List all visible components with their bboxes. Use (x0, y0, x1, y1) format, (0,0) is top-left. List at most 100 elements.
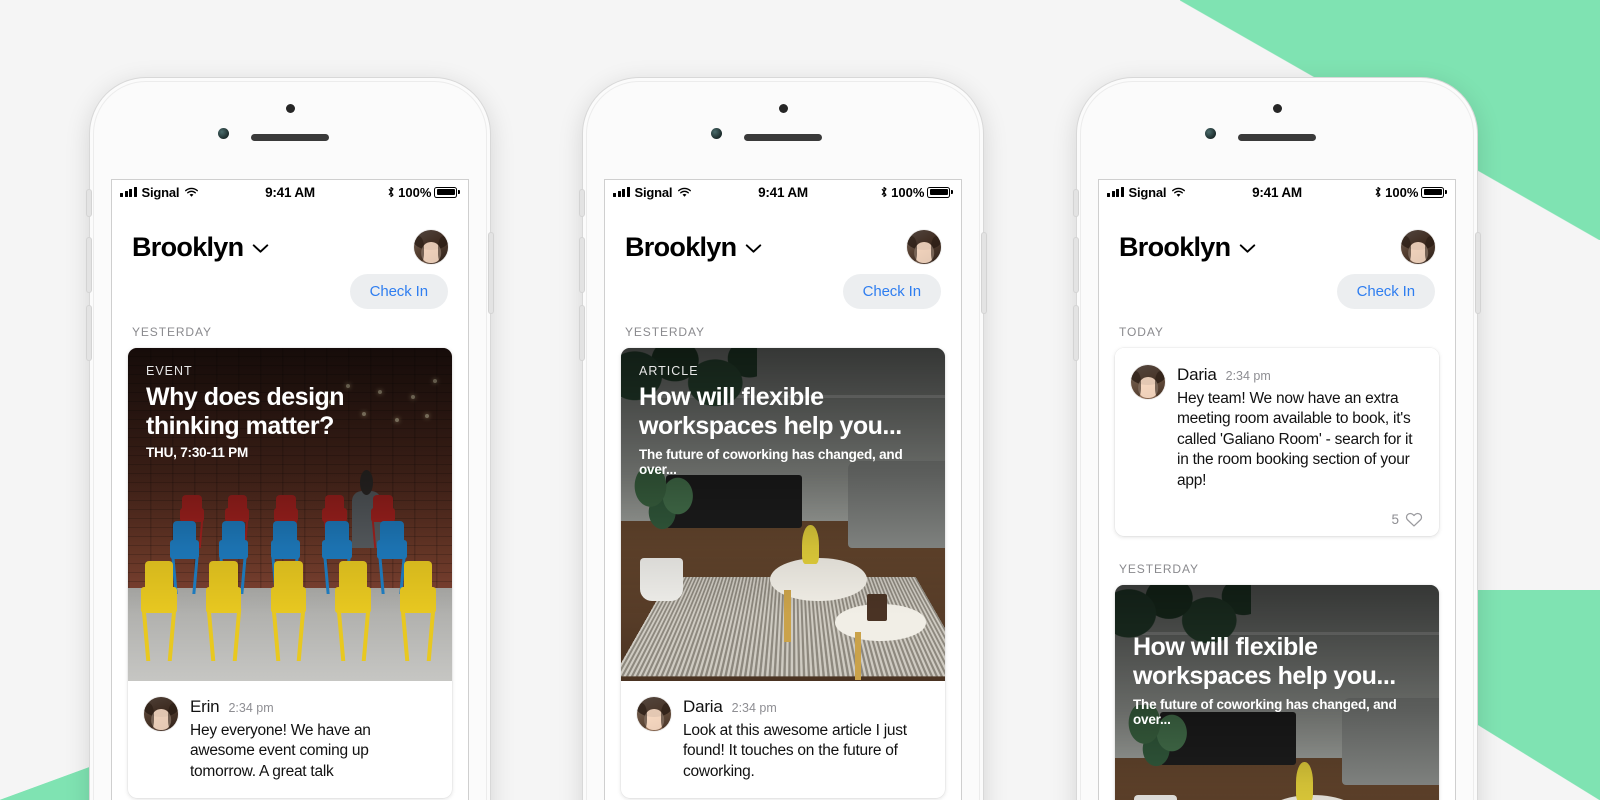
status-bar: Signal 9:41 AM 100% (605, 180, 961, 204)
proximity-sensor-icon (1273, 104, 1282, 113)
volume-up-button[interactable] (580, 238, 584, 292)
app-header: Brooklyn (112, 204, 468, 264)
volume-up-button[interactable] (1074, 238, 1078, 292)
phone-mockup-2: Signal 9:41 AM 100% Brooklyn Check In YE… (580, 78, 986, 800)
avatar[interactable] (1401, 230, 1435, 264)
status-bar: Signal 9:41 AM 100% (1099, 180, 1455, 204)
proximity-sensor-icon (286, 104, 295, 113)
check-in-row: Check In (112, 264, 468, 309)
bluetooth-icon (1375, 186, 1381, 198)
signal-bars-icon (120, 187, 137, 197)
card-meta: THU, 7:30-11 PM (146, 444, 249, 460)
battery-percent-label: 100% (398, 184, 432, 200)
chevron-down-icon[interactable] (252, 244, 269, 254)
volume-down-button[interactable] (1074, 306, 1078, 360)
page-title[interactable]: Brooklyn (625, 232, 737, 263)
battery-percent-label: 100% (1385, 184, 1419, 200)
avatar[interactable] (144, 697, 178, 731)
day-separator-today: TODAY (1119, 325, 1164, 339)
like-count: 5 (1391, 512, 1399, 528)
power-button[interactable] (982, 233, 986, 313)
app-header: Brooklyn (605, 204, 961, 264)
battery-icon (1421, 186, 1447, 198)
check-in-button[interactable]: Check In (842, 274, 941, 309)
volume-up-button[interactable] (87, 238, 91, 292)
check-in-row: Check In (1099, 264, 1455, 309)
mute-switch[interactable] (580, 190, 584, 216)
chevron-down-icon[interactable] (745, 244, 762, 254)
avatar[interactable] (637, 697, 671, 731)
article-hero-image[interactable]: ARTICLE How will flexible workspaces hel… (621, 348, 945, 681)
event-hero-image[interactable]: EVENT Why does design thinking matter? T… (128, 348, 452, 681)
phone-screen-2: Signal 9:41 AM 100% Brooklyn Check In YE… (605, 180, 961, 800)
power-button[interactable] (1476, 233, 1480, 313)
article-hero-image[interactable]: How will flexible workspaces help you...… (1115, 585, 1439, 800)
card-subtitle: The future of coworking has changed, and… (1133, 696, 1397, 727)
like-row[interactable]: 5 (1115, 501, 1439, 536)
heart-icon[interactable] (1405, 511, 1423, 528)
mute-switch[interactable] (1074, 190, 1078, 216)
page-title[interactable]: Brooklyn (132, 232, 244, 263)
wifi-icon (1172, 187, 1186, 197)
app-header: Brooklyn (1099, 204, 1455, 264)
wifi-icon (678, 187, 692, 197)
card-title: How will flexible workspaces help you... (639, 383, 902, 440)
check-in-button[interactable]: Check In (349, 274, 448, 309)
carrier-label: Signal (634, 184, 673, 200)
message-author[interactable]: Daria (683, 697, 723, 717)
earpiece-speaker (1238, 134, 1316, 141)
wifi-icon (185, 187, 199, 197)
mute-switch[interactable] (87, 190, 91, 216)
front-camera-icon (218, 128, 229, 139)
earpiece-speaker (744, 134, 822, 141)
message-text: Hey everyone! We have an awesome event c… (190, 722, 371, 780)
day-separator: YESTERDAY (625, 325, 705, 339)
card-kicker: ARTICLE (639, 364, 699, 378)
message-time: 2:34 pm (1225, 369, 1271, 383)
post-message: Erin 2:34 pm Hey everyone! We have an aw… (128, 681, 452, 798)
battery-percent-label: 100% (891, 184, 925, 200)
battery-icon (434, 186, 460, 198)
day-separator: YESTERDAY (132, 325, 212, 339)
front-camera-icon (711, 128, 722, 139)
card-kicker: EVENT (146, 364, 193, 378)
volume-down-button[interactable] (87, 306, 91, 360)
check-in-button[interactable]: Check In (1336, 274, 1435, 309)
page-title[interactable]: Brooklyn (1119, 232, 1231, 263)
carrier-label: Signal (141, 184, 180, 200)
feed-1: EVENT Why does design thinking matter? T… (112, 348, 468, 799)
card-title: How will flexible workspaces help you... (1133, 633, 1396, 691)
proximity-sensor-icon (779, 104, 788, 113)
bluetooth-icon (881, 186, 887, 198)
message-author[interactable]: Daria (1177, 365, 1217, 385)
post-card-event[interactable]: EVENT Why does design thinking matter? T… (128, 348, 452, 799)
signal-bars-icon (1107, 187, 1124, 197)
earpiece-speaker (251, 134, 329, 141)
message-author[interactable]: Erin (190, 697, 220, 717)
status-bar: Signal 9:41 AM 100% (112, 180, 468, 204)
avatar[interactable] (907, 230, 941, 264)
avatar[interactable] (414, 230, 448, 264)
message-card[interactable]: Daria 2:34 pm Hey team! We now have an e… (1115, 348, 1439, 537)
feed-3: Daria 2:34 pm Hey team! We now have an e… (1099, 348, 1455, 800)
phone-screen-3: Signal 9:41 AM 100% Brooklyn Check In TO… (1099, 180, 1455, 800)
chevron-down-icon[interactable] (1239, 244, 1256, 254)
phone-mockup-1: Signal 9:41 AM 100% Brooklyn Check In YE… (87, 78, 493, 800)
carrier-label: Signal (1128, 184, 1167, 200)
day-separator-yesterday: YESTERDAY (1119, 562, 1199, 577)
post-card-article[interactable]: ARTICLE How will flexible workspaces hel… (621, 348, 945, 799)
card-subtitle: The future of coworking has changed, and… (639, 446, 903, 477)
post-card-article[interactable]: How will flexible workspaces help you...… (1115, 585, 1439, 800)
message-text: Hey team! We now have an extra meeting r… (1177, 390, 1413, 489)
avatar[interactable] (1131, 365, 1165, 399)
phone-screen-1: Signal 9:41 AM 100% Brooklyn Check In YE… (112, 180, 468, 800)
message-time: 2:34 pm (731, 701, 777, 715)
power-button[interactable] (489, 233, 493, 313)
check-in-row: Check In (605, 264, 961, 309)
feed-2: ARTICLE How will flexible workspaces hel… (605, 348, 961, 799)
message-time: 2:34 pm (228, 701, 274, 715)
message-text: Look at this awesome article I just foun… (683, 722, 907, 780)
card-title: Why does design thinking matter? (146, 383, 345, 440)
volume-down-button[interactable] (580, 306, 584, 360)
battery-icon (927, 186, 953, 198)
